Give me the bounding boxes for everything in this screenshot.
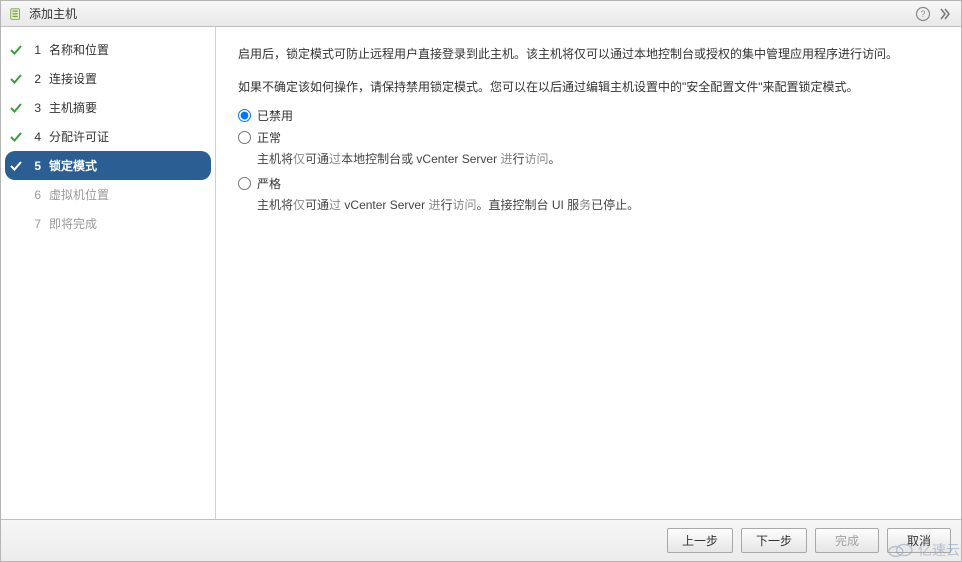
step-number: 5 bbox=[31, 159, 41, 173]
expand-icon[interactable] bbox=[937, 6, 953, 22]
add-host-dialog: 添加主机 ? 1 名称和位置 2 连接设置 3 bbox=[0, 0, 962, 562]
step-label: 主机摘要 bbox=[49, 99, 97, 116]
step-assign-license[interactable]: 4 分配许可证 bbox=[1, 122, 215, 151]
step-label: 即将完成 bbox=[49, 215, 97, 232]
step-number: 3 bbox=[31, 101, 41, 115]
step-ready-complete: 7 即将完成 bbox=[1, 209, 215, 238]
step-label: 名称和位置 bbox=[49, 41, 109, 58]
radio-strict[interactable] bbox=[238, 177, 251, 190]
step-host-summary[interactable]: 3 主机摘要 bbox=[1, 93, 215, 122]
cancel-button[interactable]: 取消 bbox=[887, 528, 951, 553]
radio-normal[interactable] bbox=[238, 131, 251, 144]
dialog-body: 1 名称和位置 2 连接设置 3 主机摘要 4 分配许可证 5 bbox=[1, 27, 961, 519]
radio-strict-desc: 主机将仅可通过 vCenter Server 进行访问。直接控制台 UI 服务已… bbox=[257, 196, 939, 215]
check-icon bbox=[9, 72, 23, 86]
content-pane: 启用后，锁定模式可防止远程用户直接登录到此主机。该主机将仅可以通过本地控制台或授… bbox=[216, 27, 961, 519]
back-button[interactable]: 上一步 bbox=[667, 528, 733, 553]
help-icon[interactable]: ? bbox=[915, 6, 931, 22]
step-connection-settings[interactable]: 2 连接设置 bbox=[1, 64, 215, 93]
step-number: 6 bbox=[31, 188, 41, 202]
radio-disabled-label: 已禁用 bbox=[257, 107, 293, 126]
wizard-steps: 1 名称和位置 2 连接设置 3 主机摘要 4 分配许可证 5 bbox=[1, 27, 216, 519]
step-label: 虚拟机位置 bbox=[49, 186, 109, 203]
lockdown-radio-group: 已禁用 正常 主机将仅可通过本地控制台或 vCenter Server 进行访问… bbox=[238, 107, 939, 215]
radio-normal-desc: 主机将仅可通过本地控制台或 vCenter Server 进行访问。 bbox=[257, 150, 939, 169]
check-icon bbox=[9, 43, 23, 57]
check-icon bbox=[9, 159, 23, 173]
step-label: 分配许可证 bbox=[49, 128, 109, 145]
step-lockdown-mode[interactable]: 5 锁定模式 bbox=[5, 151, 211, 180]
radio-strict-label: 严格 bbox=[257, 175, 281, 194]
step-label: 锁定模式 bbox=[49, 157, 97, 174]
radio-normal-label: 正常 bbox=[257, 129, 281, 148]
lockdown-desc-2: 如果不确定该如何操作，请保持禁用锁定模式。您可以在以后通过编辑主机设置中的"安全… bbox=[238, 78, 939, 97]
host-icon bbox=[9, 7, 23, 21]
step-number: 2 bbox=[31, 72, 41, 86]
dialog-title: 添加主机 bbox=[29, 5, 77, 22]
svg-text:?: ? bbox=[920, 9, 925, 19]
step-label: 连接设置 bbox=[49, 70, 97, 87]
step-vm-location: 6 虚拟机位置 bbox=[1, 180, 215, 209]
step-name-location[interactable]: 1 名称和位置 bbox=[1, 35, 215, 64]
lockdown-desc-1: 启用后，锁定模式可防止远程用户直接登录到此主机。该主机将仅可以通过本地控制台或授… bbox=[238, 45, 939, 64]
next-button[interactable]: 下一步 bbox=[741, 528, 807, 553]
step-number: 1 bbox=[31, 43, 41, 57]
step-number: 7 bbox=[31, 217, 41, 231]
step-number: 4 bbox=[31, 130, 41, 144]
check-icon bbox=[9, 101, 23, 115]
radio-disabled[interactable] bbox=[238, 109, 251, 122]
check-icon bbox=[9, 130, 23, 144]
dialog-footer: 上一步 下一步 完成 取消 bbox=[1, 519, 961, 561]
check-placeholder bbox=[9, 188, 23, 202]
finish-button: 完成 bbox=[815, 528, 879, 553]
title-bar: 添加主机 ? bbox=[1, 1, 961, 27]
check-placeholder bbox=[9, 217, 23, 231]
